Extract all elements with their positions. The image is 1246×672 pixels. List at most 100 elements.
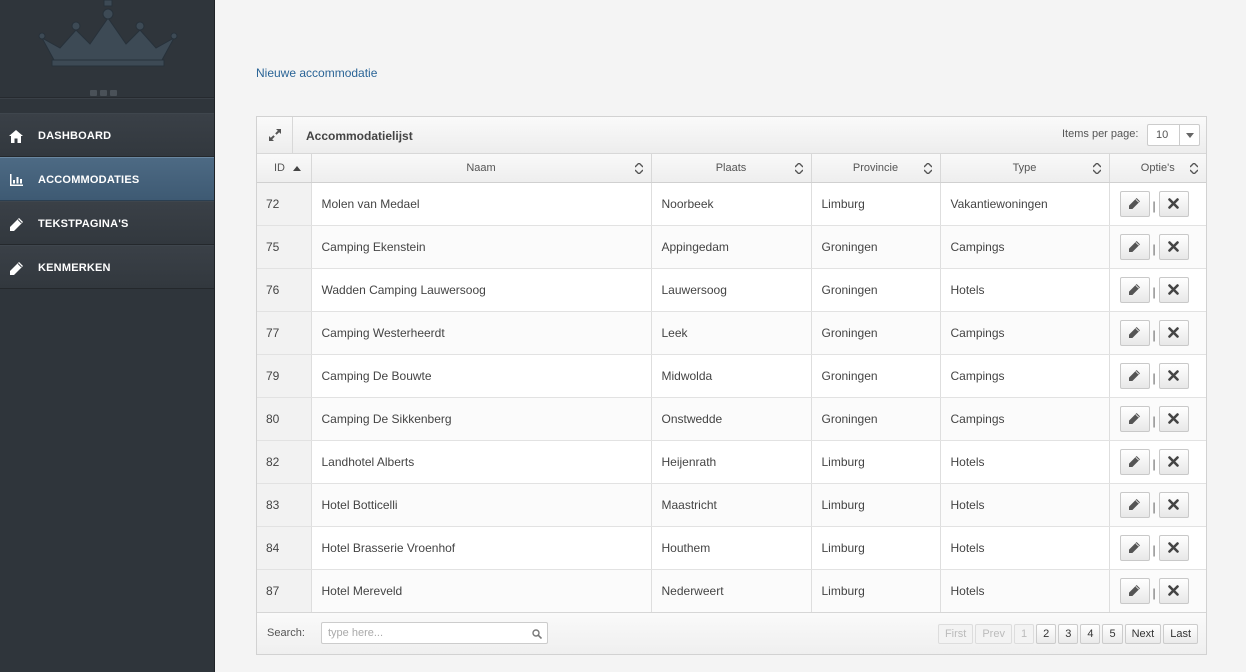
cell-provincie: Groningen [811, 311, 941, 355]
pagination-next[interactable]: Next [1124, 624, 1162, 644]
delete-button[interactable] [1158, 190, 1189, 217]
cell-naam: Camping Ekenstein [311, 225, 652, 269]
delete-button[interactable] [1158, 577, 1189, 604]
delete-button[interactable] [1158, 405, 1189, 432]
cell-options: | [1109, 268, 1206, 312]
edit-button[interactable] [1119, 405, 1150, 432]
search-label: Search: [267, 627, 305, 639]
cell-plaats: Onstwedde [651, 397, 812, 441]
cell-naam: Camping De Sikkenberg [311, 397, 652, 441]
cell-type: Hotels [940, 268, 1110, 312]
cell-id: 84 [257, 526, 312, 570]
options-separator: | [1152, 499, 1156, 514]
cell-plaats: Maastricht [651, 483, 812, 527]
options-separator: | [1152, 542, 1156, 557]
sidebar-item-tekstpaginas[interactable]: TEKSTPAGINA'S [0, 201, 214, 245]
cell-naam: Camping De Bouwte [311, 354, 652, 398]
pagination-page-3[interactable]: 3 [1058, 624, 1079, 644]
edit-button[interactable] [1119, 319, 1150, 346]
column-header-plaats[interactable]: Plaats [651, 154, 812, 183]
cell-provincie: Groningen [811, 354, 941, 398]
edit-button[interactable] [1119, 491, 1150, 518]
close-icon [1168, 198, 1179, 209]
delete-button[interactable] [1158, 233, 1189, 260]
sidebar-handle[interactable] [90, 90, 120, 96]
pencil-icon [8, 260, 24, 276]
items-per-page-select[interactable]: 10 [1147, 124, 1200, 146]
close-icon [1168, 327, 1179, 338]
crown-logo-icon [38, 0, 178, 67]
cell-id: 83 [257, 483, 312, 527]
cell-naam: Hotel Brasserie Vroenhof [311, 526, 652, 570]
panel-header: Accommodatielijst Items per page: 10 [257, 117, 1206, 154]
edit-button[interactable] [1119, 534, 1150, 561]
sort-icon [794, 162, 803, 174]
pencil-icon [1129, 284, 1140, 295]
delete-button[interactable] [1158, 448, 1189, 475]
cell-id: 76 [257, 268, 312, 312]
cell-plaats: Midwolda [651, 354, 812, 398]
sidebar-nav: DASHBOARD ACCOMMODATIES TEKSTPAGINA'S KE… [0, 113, 214, 289]
new-accommodation-link[interactable]: Nieuwe accommodatie [256, 66, 377, 80]
delete-button[interactable] [1158, 319, 1189, 346]
edit-button[interactable] [1119, 276, 1150, 303]
search-icon[interactable] [532, 628, 543, 642]
table-row: 87 Hotel Mereveld Nederweert Limburg Hotels | [257, 569, 1206, 613]
options-separator: | [1152, 198, 1156, 213]
delete-button[interactable] [1158, 276, 1189, 303]
delete-button[interactable] [1158, 534, 1189, 561]
column-header-type[interactable]: Type [940, 154, 1110, 183]
cell-provincie: Groningen [811, 397, 941, 441]
column-header-provincie[interactable]: Provincie [811, 154, 941, 183]
close-icon [1168, 499, 1179, 510]
column-header-opties[interactable]: Optie's [1109, 154, 1206, 183]
accommodation-panel: Accommodatielijst Items per page: 10 ID … [256, 116, 1207, 655]
column-header-naam[interactable]: Naam [311, 154, 652, 183]
sidebar-item-accommodaties[interactable]: ACCOMMODATIES [0, 157, 214, 201]
items-per-page-value: 10 [1156, 129, 1169, 141]
sort-icon [923, 162, 932, 174]
sidebar-item-dashboard[interactable]: DASHBOARD [0, 113, 214, 157]
edit-button[interactable] [1119, 577, 1150, 604]
expand-icon [268, 129, 281, 141]
pagination-first[interactable]: First [937, 624, 974, 644]
table-row: 79 Camping De Bouwte Midwolda Groningen Camp… [257, 354, 1206, 398]
pagination-prev[interactable]: Prev [975, 624, 1012, 644]
close-icon [1168, 456, 1179, 467]
pagination-page-1[interactable]: 1 [1013, 624, 1035, 644]
cell-options: | [1109, 440, 1206, 484]
expand-button[interactable] [257, 117, 293, 153]
edit-button[interactable] [1119, 233, 1150, 260]
cell-options: | [1109, 311, 1206, 355]
edit-button[interactable] [1119, 190, 1150, 217]
pagination-page-5[interactable]: 5 [1102, 624, 1123, 644]
pencil-icon [1129, 585, 1140, 596]
items-per-page-label: Items per page: [1062, 128, 1139, 140]
sort-icon [634, 162, 643, 174]
sidebar-item-kenmerken[interactable]: KENMERKEN [0, 245, 214, 289]
pencil-icon [1129, 542, 1140, 553]
table-row: 82 Landhotel Alberts Heijenrath Limburg Hote… [257, 440, 1206, 484]
cell-naam: Molen van Medael [311, 182, 652, 226]
pencil-icon [1129, 413, 1140, 424]
cell-plaats: Leek [651, 311, 812, 355]
cell-provincie: Limburg [811, 569, 941, 613]
edit-button[interactable] [1119, 362, 1150, 389]
cell-options: | [1109, 225, 1206, 269]
options-separator: | [1152, 241, 1156, 256]
options-separator: | [1152, 585, 1156, 600]
edit-button[interactable] [1119, 448, 1150, 475]
close-icon [1168, 241, 1179, 252]
delete-button[interactable] [1158, 491, 1189, 518]
accommodation-table: ID Naam Plaats Provincie Type Optie's 72… [257, 154, 1206, 613]
pagination-page-4[interactable]: 4 [1080, 624, 1101, 644]
pagination-page-2[interactable]: 2 [1036, 624, 1057, 644]
chevron-down-icon [1179, 125, 1199, 145]
delete-button[interactable] [1158, 362, 1189, 389]
close-icon [1168, 370, 1179, 381]
search-input[interactable] [328, 626, 523, 640]
pagination-last[interactable]: Last [1163, 624, 1198, 644]
sidebar-item-label: ACCOMMODATIES [38, 174, 140, 186]
column-header-id[interactable]: ID [257, 154, 312, 183]
cell-plaats: Lauwersoog [651, 268, 812, 312]
